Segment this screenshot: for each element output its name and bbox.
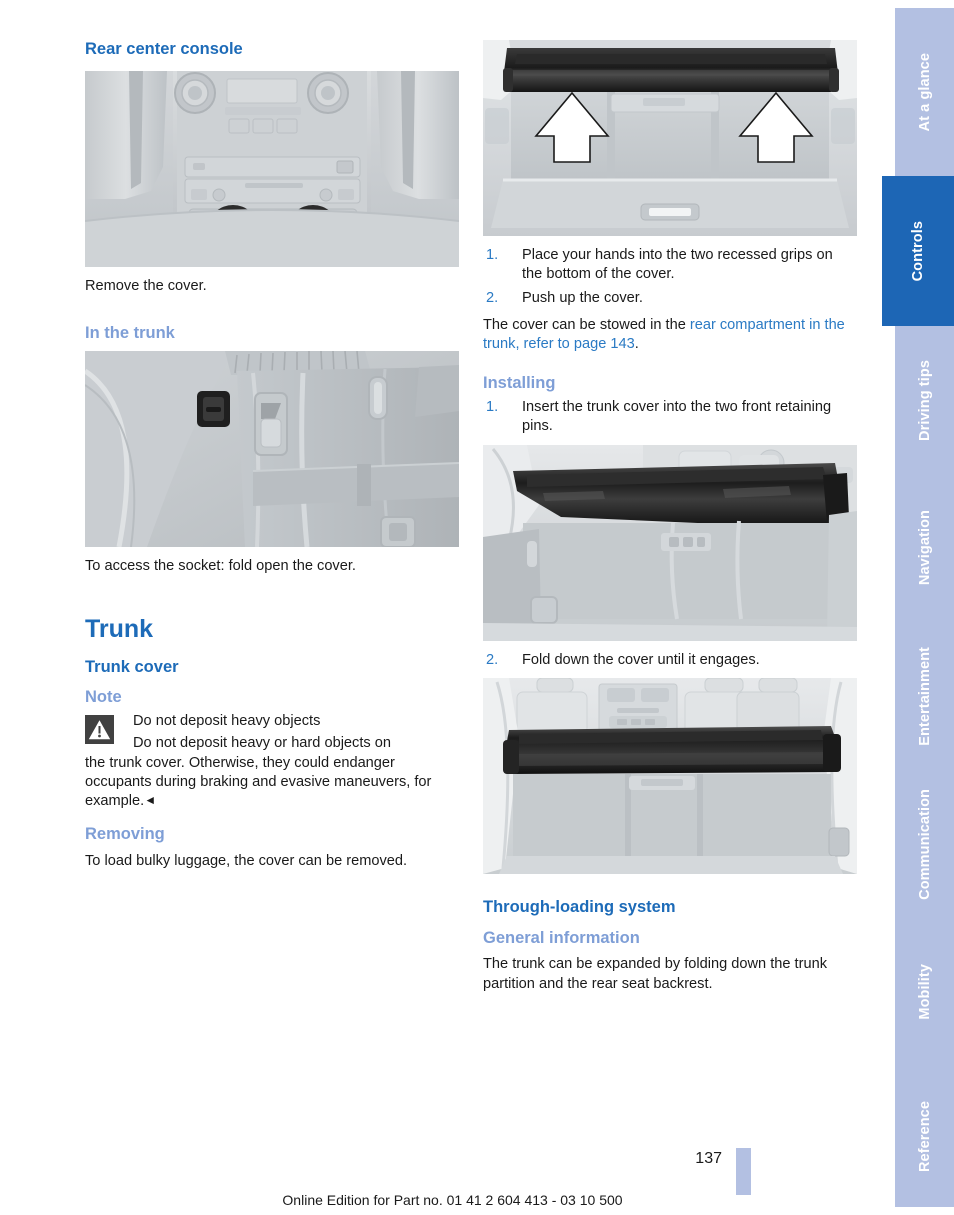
heading-in-the-trunk: In the trunk: [85, 324, 175, 343]
step-text: Push up the cover.: [522, 289, 643, 306]
figure-trunk-cover-insert-pins: [483, 444, 857, 641]
footer-edition-note: Online Edition for Part no. 01 41 2 604 …: [282, 1192, 623, 1208]
left-column: Rear center console Remove the cover. In…: [85, 40, 459, 877]
figure-trunk-cover-folded-down: [483, 677, 857, 874]
list-item: 1. Place your hands into the two recesse…: [483, 246, 857, 285]
sidebar-tab-communication[interactable]: Communication: [895, 770, 954, 918]
note-title: Do not deposit heavy objects: [133, 713, 321, 730]
sidebar-tab-entertainment[interactable]: Entertainment: [895, 622, 954, 770]
text-general-information: The trunk can be expanded by folding dow…: [483, 956, 827, 992]
note-end-marker: ◄: [144, 793, 157, 808]
heading-through-loading-system: Through-loading system: [483, 897, 676, 916]
step-text: Fold down the cover until it engages.: [522, 651, 760, 668]
manual-page: Rear center console Remove the cover. In…: [0, 0, 954, 1215]
heading-general-information: General information: [483, 928, 640, 947]
sidebar-tab-label: Communication: [916, 788, 933, 900]
page-number-marker-bar: [736, 1148, 751, 1195]
heading-installing: Installing: [483, 374, 556, 393]
installing-step-1-list: 1. Insert the trunk cover into the two f…: [483, 398, 857, 437]
step-number: 2.: [486, 651, 499, 668]
heading-rear-center-console: Rear center console: [85, 40, 243, 58]
text-removing-body: To load bulky luggage, the cover can be …: [85, 853, 408, 870]
heading-note: Note: [85, 688, 122, 707]
heading-trunk: Trunk: [85, 615, 154, 644]
sidebar-tab-controls[interactable]: Controls: [882, 176, 954, 326]
text-stow-note: The cover can be stowed in the rear comp…: [483, 316, 857, 355]
warning-triangle-icon: [85, 715, 114, 745]
sidebar-tab-label: Mobility: [916, 964, 933, 1020]
figure-trunk-cover-push-up: [483, 40, 857, 236]
list-item: 1. Insert the trunk cover into the two f…: [483, 398, 857, 437]
page-number: 137: [695, 1150, 722, 1167]
note-body-first-line: Do not deposit heavy or hard objects on: [133, 735, 391, 752]
page-footer: 137 Online Edition for Part no. 01 41 2 …: [0, 1148, 954, 1215]
sidebar-tab-at-a-glance[interactable]: At a glance: [895, 8, 954, 176]
sidebar-tab-label: Controls: [910, 220, 926, 282]
chapter-tab-sidebar: At a glance Controls Driving tips Naviga…: [875, 0, 954, 1215]
step-number: 2.: [486, 289, 499, 306]
removing-steps-list: 1. Place your hands into the two recesse…: [483, 246, 857, 308]
step-text: Insert the trunk cover into the two fron…: [522, 399, 832, 435]
sidebar-tab-label: At a glance: [916, 52, 933, 132]
stow-note-prefix: The cover can be stowed in the: [483, 316, 690, 333]
note-block: Do not deposit heavy objects Do not depo…: [85, 712, 459, 811]
step-text: Place your hands into the two recessed g…: [522, 247, 833, 283]
note-body-rest: the trunk cover. Otherwise, they could e…: [85, 754, 459, 812]
figure-rear-center-console: [85, 70, 459, 267]
sidebar-tab-mobility[interactable]: Mobility: [895, 918, 954, 1066]
step-number: 1.: [486, 399, 499, 416]
figure-in-the-trunk: [85, 350, 459, 547]
list-item: 2. Fold down the cover until it engages.: [483, 651, 857, 670]
right-column: 1. Place your hands into the two recesse…: [483, 40, 857, 1000]
caption-remove-the-cover: Remove the cover.: [85, 277, 207, 294]
caption-access-socket: To access the socket: fold open the cove…: [85, 557, 356, 574]
installing-step-2-list: 2. Fold down the cover until it engages.: [483, 651, 857, 670]
sidebar-tab-label: Navigation: [916, 510, 933, 586]
stow-note-suffix: .: [634, 336, 639, 352]
step-number: 1.: [486, 247, 499, 263]
sidebar-tab-label: Entertainment: [916, 646, 933, 746]
sidebar-tab-label: Driving tips: [916, 359, 933, 441]
list-item: 2. Push up the cover.: [483, 289, 857, 308]
heading-trunk-cover: Trunk cover: [85, 657, 179, 676]
sidebar-tab-navigation[interactable]: Navigation: [895, 474, 954, 622]
sidebar-tab-driving-tips[interactable]: Driving tips: [895, 326, 954, 474]
note-body-text: the trunk cover. Otherwise, they could e…: [85, 754, 432, 810]
heading-removing: Removing: [85, 825, 165, 844]
